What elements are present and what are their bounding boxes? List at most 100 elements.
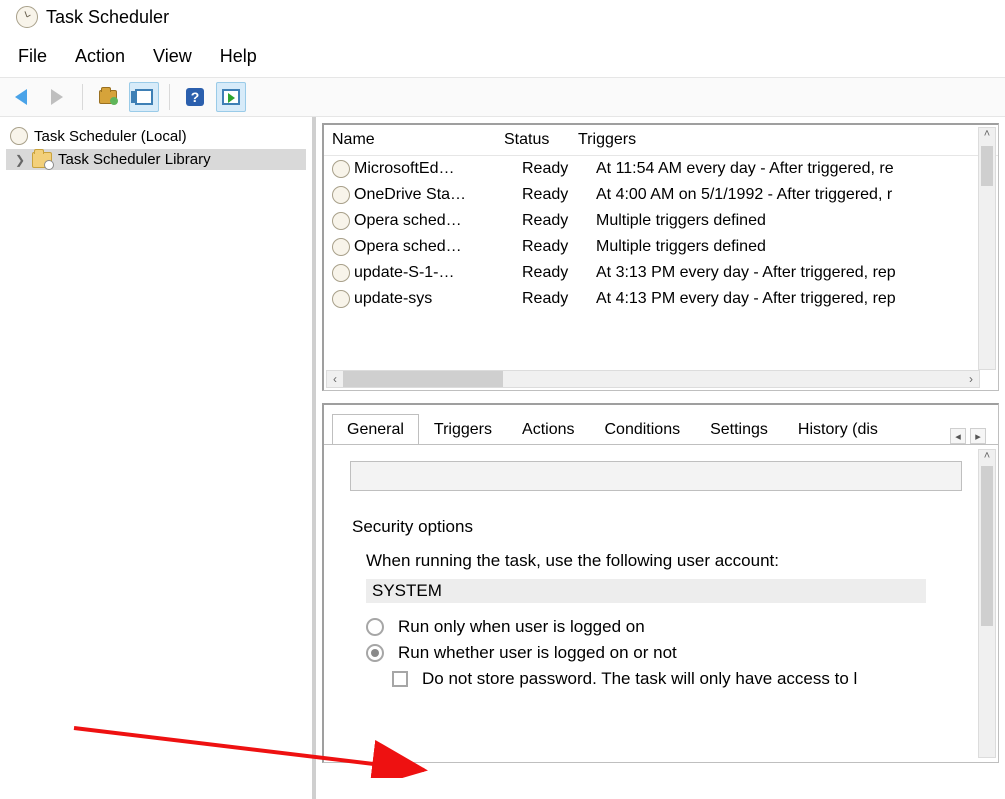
toolbar-separator (169, 84, 170, 110)
tab-triggers[interactable]: Triggers (419, 414, 507, 445)
task-trigger: Multiple triggers defined (596, 238, 998, 256)
task-row[interactable]: Opera sched…ReadyMultiple triggers defin… (324, 234, 998, 260)
radio-label: Run only when user is logged on (398, 617, 645, 637)
radio-icon (366, 644, 384, 662)
tab-general[interactable]: General (332, 414, 419, 445)
tab-body-vscroll[interactable]: ˄ (978, 449, 996, 758)
pane-icon (135, 89, 153, 105)
menu-file[interactable]: File (18, 46, 47, 67)
column-header-name[interactable]: Name (332, 131, 504, 149)
forward-button[interactable] (42, 82, 72, 112)
toolbar-help-button[interactable]: ? (180, 82, 210, 112)
tab-body-general: Security options When running the task, … (324, 444, 998, 757)
task-name: OneDrive Sta… (354, 186, 522, 204)
tab-settings[interactable]: Settings (695, 414, 783, 445)
task-status: Ready (522, 160, 596, 178)
toolbar: ? (0, 77, 1005, 117)
folder-refresh-icon (99, 90, 117, 104)
window-title: Task Scheduler (46, 7, 169, 28)
task-status: Ready (522, 290, 596, 308)
scroll-thumb[interactable] (343, 371, 503, 387)
task-list-vscroll[interactable]: ˄ (978, 127, 996, 370)
run-as-label: When running the task, use the following… (366, 551, 988, 571)
expander-icon[interactable]: ❯ (14, 154, 26, 166)
clock-icon (16, 6, 38, 28)
column-header-status[interactable]: Status (504, 131, 578, 149)
menu-bar: File Action View Help (0, 36, 1005, 77)
library-folder-icon (32, 152, 52, 168)
arrow-left-icon (15, 89, 27, 105)
back-button[interactable] (6, 82, 36, 112)
task-name: update-S-1-… (354, 264, 522, 282)
checkbox-do-not-store-password[interactable]: Do not store password. The task will onl… (392, 669, 988, 689)
name-field[interactable] (350, 461, 962, 491)
splitter[interactable] (322, 391, 1005, 403)
task-rows: MicrosoftEd…ReadyAt 11:54 AM every day -… (324, 156, 998, 312)
task-row[interactable]: Opera sched…ReadyMultiple triggers defin… (324, 208, 998, 234)
tab-conditions[interactable]: Conditions (589, 414, 695, 445)
task-trigger: At 11:54 AM every day - After triggered,… (596, 160, 998, 178)
task-trigger: At 4:00 AM on 5/1/1992 - After triggered… (596, 186, 998, 204)
scroll-right-icon[interactable]: › (963, 372, 979, 386)
clock-icon (10, 127, 28, 145)
task-name: MicrosoftEd… (354, 160, 522, 178)
tab-scroll-left[interactable]: ◂ (950, 428, 966, 444)
radio-run-logged-on[interactable]: Run only when user is logged on (366, 617, 988, 637)
clock-icon (332, 238, 350, 256)
arrow-right-icon (51, 89, 63, 105)
task-trigger: At 4:13 PM every day - After triggered, … (596, 290, 998, 308)
radio-icon (366, 618, 384, 636)
radio-run-logged-or-not[interactable]: Run whether user is logged on or not (366, 643, 988, 663)
task-row[interactable]: update-S-1-…ReadyAt 3:13 PM every day - … (324, 260, 998, 286)
clock-icon (332, 212, 350, 230)
task-trigger: At 3:13 PM every day - After triggered, … (596, 264, 998, 282)
tab-actions[interactable]: Actions (507, 414, 589, 445)
task-row[interactable]: MicrosoftEd…ReadyAt 11:54 AM every day -… (324, 156, 998, 182)
help-icon: ? (186, 88, 204, 106)
toolbar-refresh-button[interactable] (93, 82, 123, 112)
menu-view[interactable]: View (153, 46, 192, 67)
task-trigger: Multiple triggers defined (596, 212, 998, 230)
toolbar-run-button[interactable] (216, 82, 246, 112)
tree-library[interactable]: ❯ Task Scheduler Library (6, 149, 306, 170)
scroll-up-icon[interactable]: ˄ (979, 450, 995, 466)
toolbar-separator (82, 84, 83, 110)
task-list-hscroll[interactable]: ‹ › (326, 370, 980, 388)
checkbox-icon (392, 671, 408, 687)
content-pane: Name Status Triggers MicrosoftEd…ReadyAt… (316, 117, 1005, 799)
user-account-field[interactable]: SYSTEM (366, 579, 926, 603)
menu-help[interactable]: Help (220, 46, 257, 67)
title-bar: Task Scheduler (0, 0, 1005, 36)
clock-icon (332, 264, 350, 282)
scroll-thumb[interactable] (981, 466, 993, 626)
task-status: Ready (522, 238, 596, 256)
tab-scroll-right[interactable]: ▸ (970, 428, 986, 444)
task-status: Ready (522, 212, 596, 230)
tab-history[interactable]: History (dis (783, 414, 893, 445)
play-icon (222, 89, 240, 105)
radio-label: Run whether user is logged on or not (398, 643, 677, 663)
task-list-panel: Name Status Triggers MicrosoftEd…ReadyAt… (322, 123, 999, 391)
task-list-header: Name Status Triggers (324, 125, 998, 156)
clock-icon (332, 186, 350, 204)
task-properties-panel: General Triggers Actions Conditions Sett… (322, 403, 999, 763)
task-name: update-sys (354, 290, 522, 308)
task-status: Ready (522, 264, 596, 282)
column-header-triggers[interactable]: Triggers (578, 131, 998, 149)
tree-root[interactable]: Task Scheduler (Local) (6, 125, 306, 147)
task-name: Opera sched… (354, 212, 522, 230)
tree-root-label: Task Scheduler (Local) (34, 128, 187, 145)
scroll-left-icon[interactable]: ‹ (327, 372, 343, 386)
scroll-thumb[interactable] (981, 146, 993, 186)
task-name: Opera sched… (354, 238, 522, 256)
clock-icon (332, 290, 350, 308)
scroll-up-icon[interactable]: ˄ (979, 128, 995, 144)
menu-action[interactable]: Action (75, 46, 125, 67)
toolbar-pane-button[interactable] (129, 82, 159, 112)
tab-strip: General Triggers Actions Conditions Sett… (324, 405, 998, 444)
checkbox-label: Do not store password. The task will onl… (422, 669, 857, 689)
task-row[interactable]: OneDrive Sta…ReadyAt 4:00 AM on 5/1/1992… (324, 182, 998, 208)
task-row[interactable]: update-sysReadyAt 4:13 PM every day - Af… (324, 286, 998, 312)
clock-icon (332, 160, 350, 178)
tree-library-label: Task Scheduler Library (58, 151, 211, 168)
